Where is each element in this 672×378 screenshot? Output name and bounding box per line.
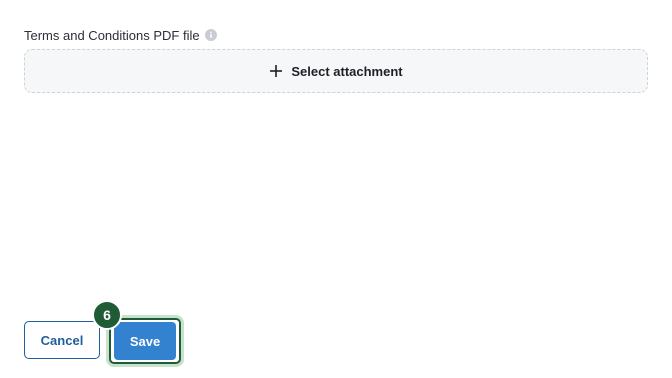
select-attachment-button[interactable]: Select attachment: [24, 49, 648, 93]
page: Terms and Conditions PDF file Select att…: [0, 0, 672, 378]
terms-pdf-field-label: Terms and Conditions PDF file: [24, 26, 217, 44]
select-attachment-label: Select attachment: [291, 63, 403, 79]
save-button[interactable]: Save: [114, 322, 176, 360]
cancel-button[interactable]: Cancel: [24, 321, 100, 359]
plus-icon: [269, 64, 283, 78]
info-icon[interactable]: [204, 29, 217, 41]
step-number-badge: 6: [92, 300, 122, 330]
field-label-text: Terms and Conditions PDF file: [24, 27, 200, 43]
